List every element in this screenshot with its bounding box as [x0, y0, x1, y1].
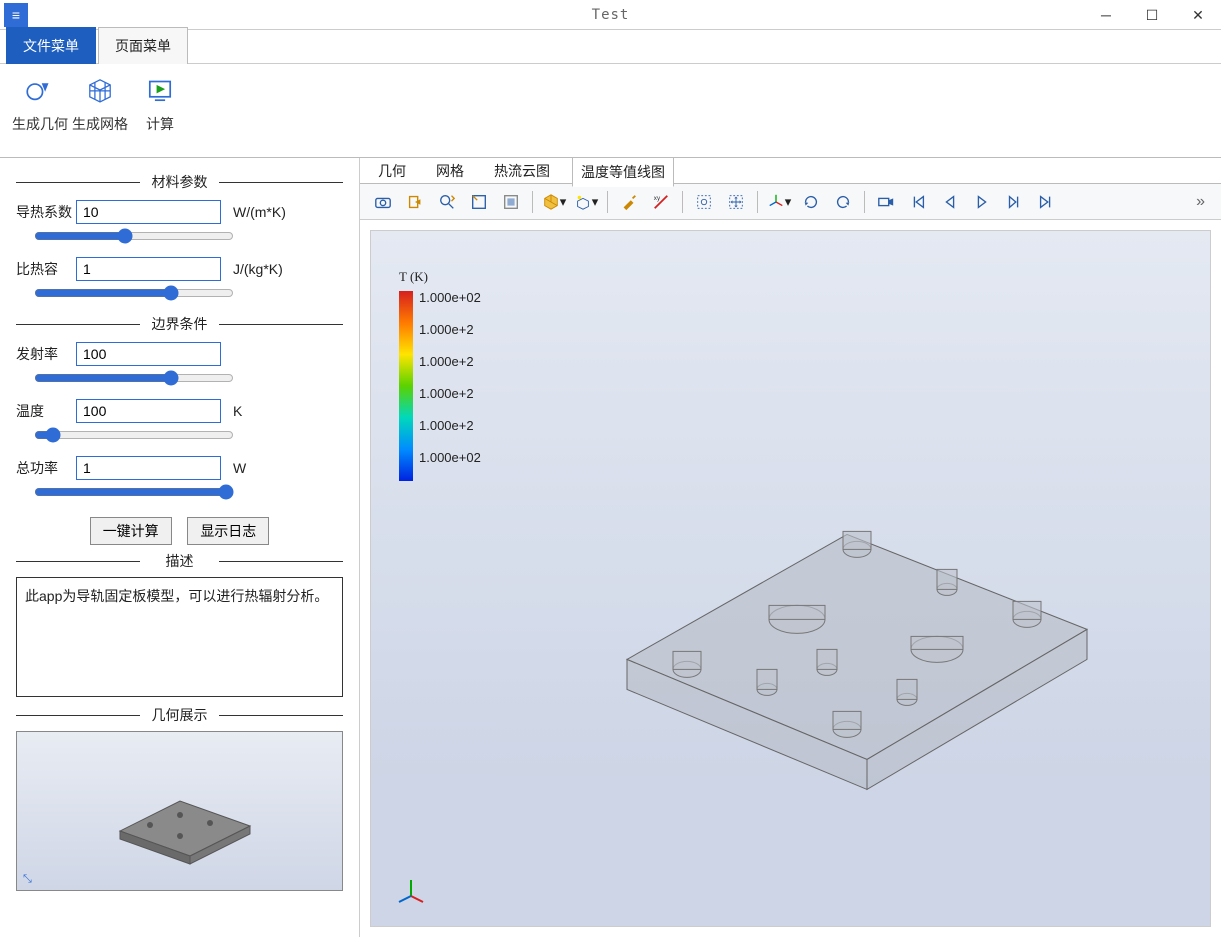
play-icon[interactable] — [967, 188, 997, 216]
input-specific-heat[interactable] — [76, 257, 221, 281]
input-emissivity[interactable] — [76, 342, 221, 366]
cube-view-icon[interactable]: ▾ — [539, 188, 569, 216]
ribbon-compute[interactable]: 计算 — [130, 70, 190, 151]
cut-axis-icon[interactable]: xy — [646, 188, 676, 216]
label-temperature: 温度 — [16, 401, 76, 421]
group-title-geom-preview: 几何展示 — [16, 705, 343, 725]
light-cube-icon[interactable]: ▾ — [571, 188, 601, 216]
input-temperature[interactable] — [76, 399, 221, 423]
button-show-log[interactable]: 显示日志 — [187, 517, 269, 545]
ribbon-label: 计算 — [130, 114, 190, 134]
preview-plate-icon — [80, 751, 280, 871]
zoom-fit-icon[interactable] — [432, 188, 462, 216]
titlebar: ≡ Test ─ ☐ ✕ — [0, 0, 1221, 30]
view-tab-mesh[interactable]: 网格 — [428, 157, 472, 185]
axis-triad-icon[interactable]: ▾ — [764, 188, 794, 216]
tab-file-menu[interactable]: 文件菜单 — [6, 27, 96, 64]
camera-rec-icon[interactable] — [871, 188, 901, 216]
description-text: 此app为导轨固定板模型，可以进行热辐射分析。 — [16, 577, 343, 697]
ribbon-generate-mesh[interactable]: 生成网格 — [70, 70, 130, 151]
view-toolbar: ▾ ▾ xy ▾ » — [360, 184, 1221, 220]
view-tab-geometry[interactable]: 几何 — [370, 157, 414, 185]
geometry-icon — [10, 70, 70, 110]
input-power[interactable] — [76, 456, 221, 480]
brush-icon[interactable] — [614, 188, 644, 216]
ribbon-label: 生成几何 — [10, 114, 70, 134]
legend-bar-icon — [399, 291, 413, 481]
view-tab-isotherm[interactable]: 温度等值线图 — [572, 157, 674, 187]
menu-tab-row: 文件菜单 页面菜单 — [0, 30, 1221, 64]
view-tab-heatflux[interactable]: 热流云图 — [486, 157, 558, 185]
button-onekey-compute[interactable]: 一键计算 — [90, 517, 172, 545]
ribbon-label: 生成网格 — [70, 114, 130, 134]
slider-temperature[interactable] — [34, 427, 234, 443]
legend-tick: 1.000e+02 — [419, 451, 481, 483]
svg-text:xy: xy — [654, 195, 661, 202]
maximize-button[interactable]: ☐ — [1129, 0, 1175, 30]
group-title-material: 材料参数 — [16, 172, 343, 192]
unit-temperature: K — [233, 403, 242, 419]
step-back-icon[interactable] — [935, 188, 965, 216]
slider-specific-heat[interactable] — [34, 285, 234, 301]
geometry-preview[interactable]: ⤡ — [16, 731, 343, 891]
legend-title: T (K) — [399, 269, 481, 285]
sidebar: 材料参数 导热系数 W/(m*K) 比热容 J/(kg*K) 边界条件 发射率 — [0, 158, 360, 937]
label-conductivity: 导热系数 — [16, 202, 76, 222]
unit-specific-heat: J/(kg*K) — [233, 261, 283, 277]
mesh-icon — [70, 70, 130, 110]
viewport: 几何 网格 热流云图 温度等值线图 ▾ ▾ xy ▾ — [360, 158, 1221, 937]
slider-conductivity[interactable] — [34, 228, 234, 244]
skip-end-icon[interactable] — [1031, 188, 1061, 216]
ribbon-generate-geometry[interactable]: 生成几何 — [10, 70, 70, 151]
label-specific-heat: 比热容 — [16, 259, 76, 279]
axis-triad-icon — [395, 874, 427, 906]
selection-zoom-icon[interactable] — [689, 188, 719, 216]
ribbon: 生成几何 生成网格 计算 — [0, 64, 1221, 158]
window-title: Test — [592, 7, 630, 23]
export-icon[interactable] — [400, 188, 430, 216]
selection-move-icon[interactable] — [721, 188, 751, 216]
skip-start-icon[interactable] — [903, 188, 933, 216]
tab-page-menu[interactable]: 页面菜单 — [98, 27, 188, 64]
slider-emissivity[interactable] — [34, 370, 234, 386]
group-title-description: 描述 — [16, 551, 343, 571]
input-conductivity[interactable] — [76, 200, 221, 224]
camera-icon[interactable] — [368, 188, 398, 216]
close-button[interactable]: ✕ — [1175, 0, 1221, 30]
legend-tick: 1.000e+2 — [419, 355, 481, 387]
slider-power[interactable] — [34, 484, 234, 500]
legend-tick: 1.000e+2 — [419, 419, 481, 451]
unit-conductivity: W/(m*K) — [233, 204, 286, 220]
label-power: 总功率 — [16, 458, 76, 478]
app-logo-icon: ≡ — [4, 3, 28, 27]
rotate-cw-icon[interactable] — [828, 188, 858, 216]
view-tabs: 几何 网格 热流云图 温度等值线图 — [360, 158, 1221, 184]
color-legend: T (K) 1.000e+02 1.000e+2 1.000e+2 1.000e… — [399, 269, 481, 483]
legend-tick: 1.000e+2 — [419, 387, 481, 419]
legend-tick: 1.000e+02 — [419, 291, 481, 323]
plate-model-icon — [527, 419, 1127, 799]
group-title-boundary: 边界条件 — [16, 314, 343, 334]
step-fwd-icon[interactable] — [999, 188, 1029, 216]
unit-power: W — [233, 460, 246, 476]
label-emissivity: 发射率 — [16, 344, 76, 364]
compute-icon — [130, 70, 190, 110]
legend-tick: 1.000e+2 — [419, 323, 481, 355]
triad-icon: ⤡ — [23, 873, 32, 886]
3d-canvas[interactable]: T (K) 1.000e+02 1.000e+2 1.000e+2 1.000e… — [370, 230, 1211, 927]
minimize-button[interactable]: ─ — [1083, 0, 1129, 30]
zoom-region-icon[interactable] — [464, 188, 494, 216]
toolbar-overflow-button[interactable]: » — [1188, 193, 1213, 211]
rotate-ccw-icon[interactable] — [796, 188, 826, 216]
zoom-select-icon[interactable] — [496, 188, 526, 216]
